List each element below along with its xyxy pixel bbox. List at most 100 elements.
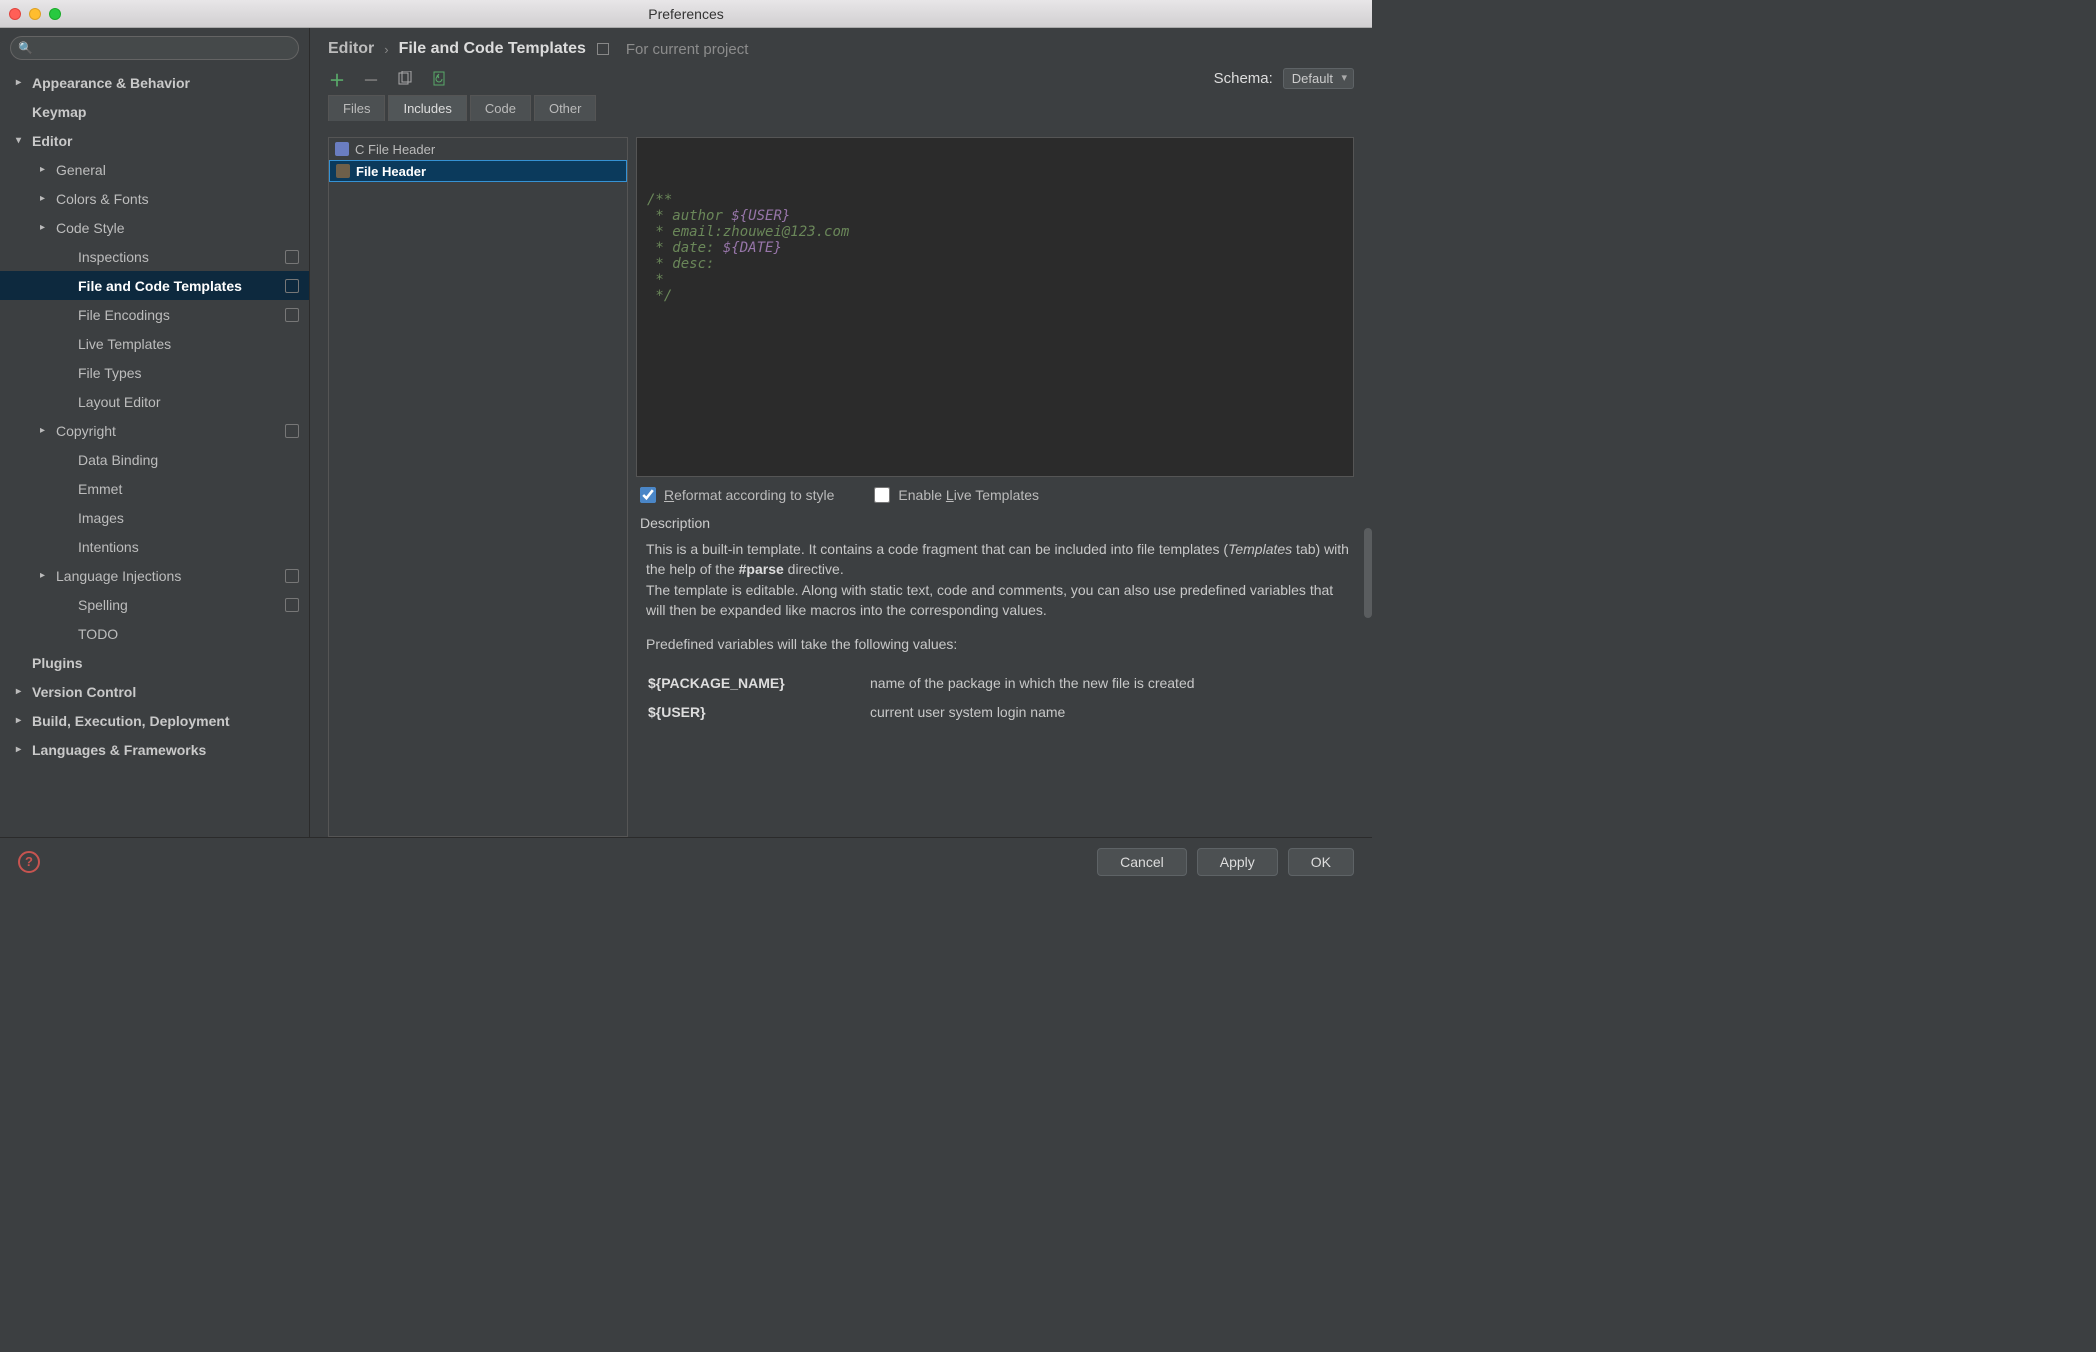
copy-template-button[interactable] (396, 70, 414, 88)
var-desc: name of the package in which the new fil… (870, 670, 1348, 696)
sidebar-item-layout-editor[interactable]: Layout Editor (0, 387, 309, 416)
sidebar-item-file-and-code-templates[interactable]: File and Code Templates (0, 271, 309, 300)
tab-code[interactable]: Code (470, 95, 531, 121)
sidebar-item-label: Emmet (78, 481, 299, 497)
editor-line: */ (647, 288, 1343, 304)
template-tabs: FilesIncludesCodeOther (310, 95, 1372, 121)
template-list[interactable]: C File Header File Header (328, 137, 628, 837)
project-scope-icon (285, 308, 299, 322)
sidebar-item-spelling[interactable]: Spelling (0, 590, 309, 619)
sidebar-item-label: TODO (78, 626, 299, 642)
add-template-button[interactable]: ＋ (328, 70, 346, 88)
sidebar-item-copyright[interactable]: ▸Copyright (0, 416, 309, 445)
sidebar-item-file-encodings[interactable]: File Encodings (0, 300, 309, 329)
template-item-label: File Header (356, 164, 426, 179)
tree-arrow-icon: ▸ (40, 425, 56, 436)
sidebar-item-label: Colors & Fonts (56, 191, 299, 207)
tree-arrow-icon: ▸ (40, 222, 56, 233)
sidebar-item-label: File Encodings (78, 307, 285, 323)
chevron-right-icon: › (384, 42, 388, 57)
editor-line: * desc: (647, 256, 1343, 272)
sidebar-item-appearance-behavior[interactable]: ▸Appearance & Behavior (0, 68, 309, 97)
breadcrumb: Editor › File and Code Templates For cur… (310, 28, 1372, 68)
sidebar-item-language-injections[interactable]: ▸Language Injections (0, 561, 309, 590)
template-editor[interactable]: ⋮ /** * author ${USER} * email:zhouwei@1… (636, 137, 1354, 477)
tab-other[interactable]: Other (534, 95, 597, 121)
sidebar-item-label: Layout Editor (78, 394, 299, 410)
apply-button[interactable]: Apply (1197, 848, 1278, 876)
editor-line: * author ${USER} (647, 208, 1343, 224)
c-file-icon (335, 142, 349, 156)
sidebar-item-keymap[interactable]: Keymap (0, 97, 309, 126)
sidebar-item-plugins[interactable]: Plugins (0, 648, 309, 677)
breadcrumb-root[interactable]: Editor (328, 40, 374, 58)
search-input[interactable] (10, 36, 299, 60)
sidebar-item-build-execution-deployment[interactable]: ▸Build, Execution, Deployment (0, 706, 309, 735)
sidebar-item-label: Code Style (56, 220, 299, 236)
sidebar-item-languages-frameworks[interactable]: ▸Languages & Frameworks (0, 735, 309, 764)
sidebar-item-images[interactable]: Images (0, 503, 309, 532)
dialog-footer: ? Cancel Apply OK (0, 837, 1372, 885)
project-scope-icon (285, 279, 299, 293)
project-scope-icon (285, 569, 299, 583)
tree-arrow-icon: ▸ (40, 193, 56, 204)
sidebar-item-inspections[interactable]: Inspections (0, 242, 309, 271)
tree-arrow-icon: ▾ (16, 135, 32, 146)
sidebar-item-colors-fonts[interactable]: ▸Colors & Fonts (0, 184, 309, 213)
split-handle-icon[interactable]: ⋮ (636, 302, 639, 313)
sidebar-item-label: Intentions (78, 539, 299, 555)
editor-line: * email:zhouwei@123.com (647, 224, 1343, 240)
breadcrumb-leaf: File and Code Templates (399, 40, 586, 58)
sidebar-item-label: Inspections (78, 249, 285, 265)
reformat-checkbox[interactable]: Reformat according to style (640, 487, 834, 503)
var-row: ${USER}current user system login name (648, 699, 1348, 725)
predefined-vars-table: ${PACKAGE_NAME}name of the package in wh… (646, 668, 1350, 727)
remove-template-button[interactable]: － (362, 70, 380, 88)
settings-tree[interactable]: ▸Appearance & BehaviorKeymap▾Editor▸Gene… (0, 68, 309, 837)
sidebar-item-label: Version Control (32, 684, 299, 700)
sidebar-item-file-types[interactable]: File Types (0, 358, 309, 387)
template-item-file-header[interactable]: File Header (329, 160, 627, 182)
breadcrumb-hint: For current project (626, 41, 749, 58)
description-body: This is a built-in template. It contains… (636, 539, 1354, 837)
sidebar-item-code-style[interactable]: ▸Code Style (0, 213, 309, 242)
sidebar-item-editor[interactable]: ▾Editor (0, 126, 309, 155)
sidebar-item-live-templates[interactable]: Live Templates (0, 329, 309, 358)
reset-template-button[interactable] (430, 70, 448, 88)
search-icon: 🔍 (18, 41, 33, 55)
schema-label: Schema: (1214, 70, 1273, 87)
sidebar-item-emmet[interactable]: Emmet (0, 474, 309, 503)
sidebar-item-version-control[interactable]: ▸Version Control (0, 677, 309, 706)
sidebar-item-label: Data Binding (78, 452, 299, 468)
sidebar-item-todo[interactable]: TODO (0, 619, 309, 648)
cancel-button[interactable]: Cancel (1097, 848, 1187, 876)
scrollbar-thumb[interactable] (1364, 528, 1372, 618)
enable-live-templates-checkbox[interactable]: Enable Live Templates (874, 487, 1039, 503)
var-name: ${PACKAGE_NAME} (648, 670, 868, 696)
var-name: ${USER} (648, 699, 868, 725)
tree-arrow-icon: ▸ (16, 715, 32, 726)
editor-line: * (647, 272, 1343, 288)
sidebar-item-data-binding[interactable]: Data Binding (0, 445, 309, 474)
window-title: Preferences (0, 6, 1372, 22)
sidebar-item-label: File and Code Templates (78, 278, 285, 294)
sidebar-item-label: Appearance & Behavior (32, 75, 299, 91)
sidebar-item-intentions[interactable]: Intentions (0, 532, 309, 561)
sidebar-item-label: Plugins (32, 655, 299, 671)
sidebar-item-label: Images (78, 510, 299, 526)
editor-line: /** (647, 192, 1343, 208)
help-button[interactable]: ? (18, 851, 40, 873)
ok-button[interactable]: OK (1288, 848, 1354, 876)
tab-includes[interactable]: Includes (388, 95, 466, 121)
sidebar-item-label: Editor (32, 133, 299, 149)
project-scope-icon (285, 424, 299, 438)
template-item-c-file-header[interactable]: C File Header (329, 138, 627, 160)
tree-arrow-icon: ▸ (16, 686, 32, 697)
tab-files[interactable]: Files (328, 95, 385, 121)
project-scope-icon (285, 598, 299, 612)
sidebar-item-general[interactable]: ▸General (0, 155, 309, 184)
java-file-icon (336, 164, 350, 178)
description-heading: Description (636, 511, 1354, 539)
schema-select[interactable]: Default (1283, 68, 1354, 89)
sidebar-item-label: Live Templates (78, 336, 299, 352)
